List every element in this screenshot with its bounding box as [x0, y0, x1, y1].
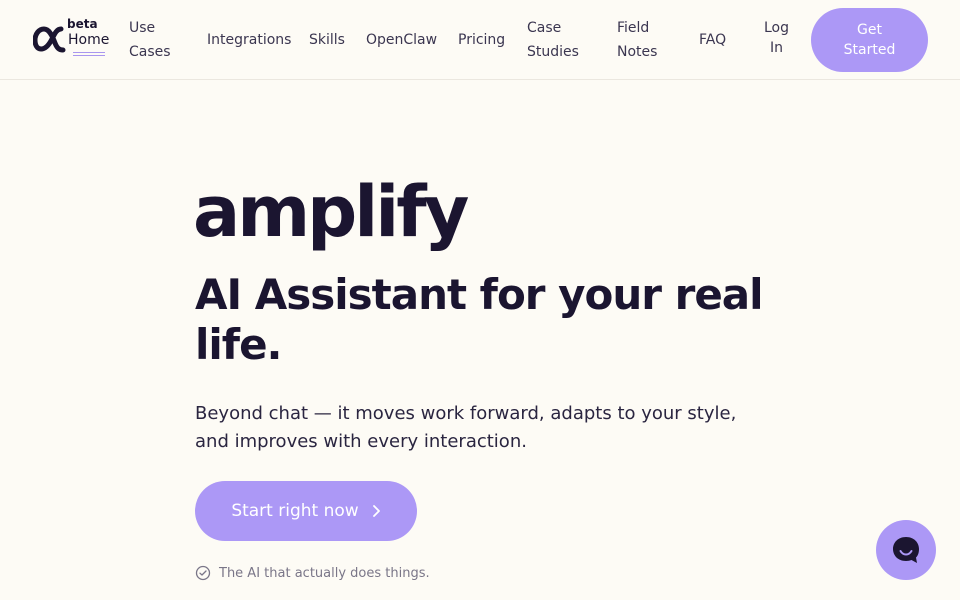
check-circle-icon	[195, 565, 211, 581]
nav-faq[interactable]: FAQ	[699, 28, 726, 52]
chat-widget-button[interactable]	[876, 520, 936, 580]
nav-integrations[interactable]: Integrations	[207, 28, 291, 52]
hero-subtitle: Beyond chat — it moves work forward, ada…	[195, 403, 737, 452]
nav-use-cases[interactable]: Use Cases	[129, 16, 171, 64]
site-header: beta Home Use Cases Integrations Skills …	[0, 0, 960, 80]
nav-field-notes[interactable]: Field Notes	[617, 16, 657, 64]
beta-badge: beta	[67, 17, 98, 31]
chat-bubble-icon	[893, 537, 919, 563]
chevron-right-icon	[372, 505, 380, 517]
start-button-label: Start right now	[231, 501, 359, 521]
home-logo-link[interactable]: beta Home	[33, 17, 113, 61]
brand-wordmark: amplify	[193, 171, 469, 253]
nav-pricing[interactable]: Pricing	[458, 28, 505, 52]
start-right-now-button[interactable]: Start right now	[195, 481, 417, 541]
hero-title: AI Assistant for your real life.	[195, 270, 764, 369]
home-label[interactable]: Home	[68, 32, 109, 48]
tagline-text: The AI that actually does things.	[219, 565, 430, 581]
alpha-logo-icon	[33, 26, 66, 53]
nav-log-in[interactable]: Log In	[764, 18, 789, 58]
nav-openclaw[interactable]: OpenClaw	[366, 28, 437, 52]
get-started-button[interactable]: Get Started	[811, 8, 928, 72]
nav-skills[interactable]: Skills	[309, 28, 345, 52]
tagline: The AI that actually does things.	[195, 565, 430, 581]
home-active-underline	[73, 52, 105, 56]
nav-case-studies[interactable]: Case Studies	[527, 16, 579, 64]
